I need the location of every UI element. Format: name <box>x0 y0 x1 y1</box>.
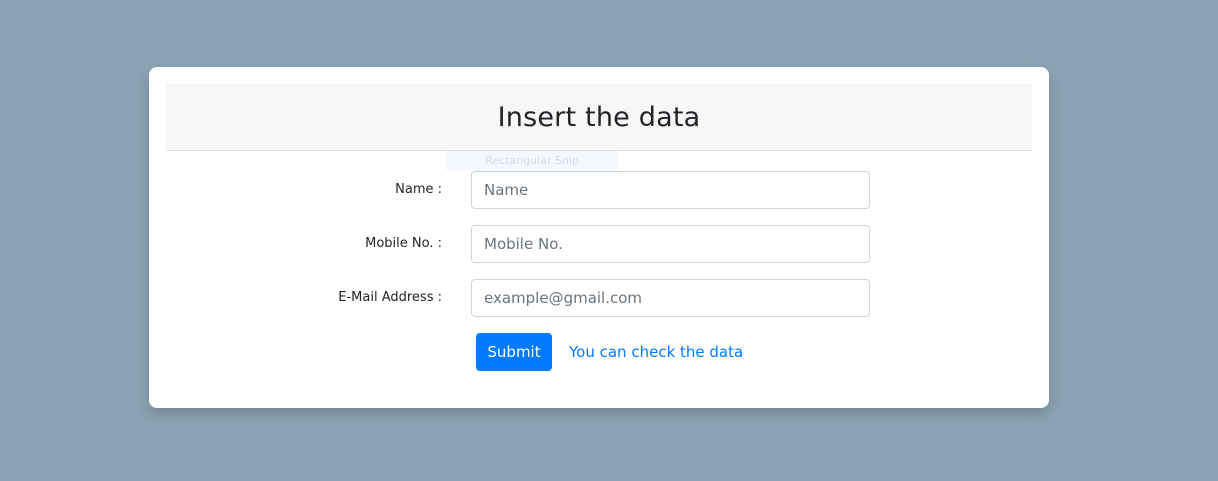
snip-tooltip-ghost: Rectangular Snip <box>446 151 618 171</box>
page-title: Insert the data <box>497 101 701 133</box>
mobile-input[interactable] <box>471 225 870 263</box>
name-label: Name : <box>395 182 442 197</box>
form-card: Insert the data Rectangular Snip Name : … <box>149 67 1049 408</box>
email-row: E-Mail Address : <box>149 279 1049 317</box>
check-data-link[interactable]: You can check the data <box>569 333 743 371</box>
email-label: E-Mail Address : <box>338 290 442 305</box>
card-header: Insert the data <box>166 84 1032 151</box>
email-input[interactable] <box>471 279 870 317</box>
name-input[interactable] <box>471 171 870 209</box>
mobile-row: Mobile No. : <box>149 225 1049 263</box>
submit-button[interactable]: Submit <box>476 333 552 371</box>
name-row: Name : <box>149 171 1049 209</box>
mobile-label: Mobile No. : <box>365 236 442 251</box>
